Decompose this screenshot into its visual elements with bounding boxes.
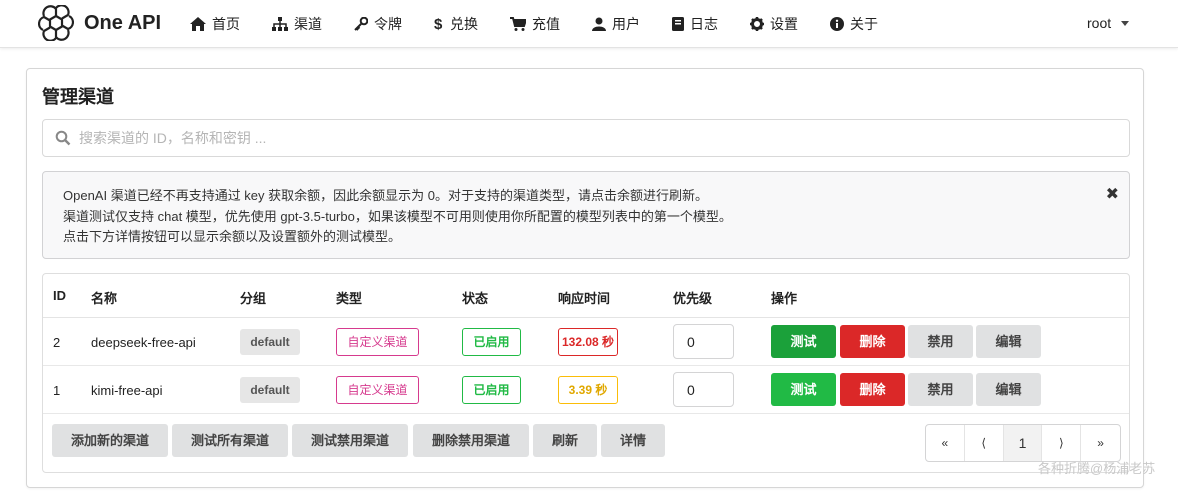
info-icon (830, 17, 844, 31)
openai-logo-icon[interactable] (38, 5, 74, 41)
main-nav: 首页 渠道 令牌 $ 兑换 充值 用户 日志 设置 关于 (190, 0, 910, 48)
gear-icon (750, 17, 764, 31)
disable-button[interactable]: 禁用 (908, 325, 973, 358)
notice-line: OpenAI 渠道已经不再支持通过 key 获取余额，因此余额显示为 0。对于支… (63, 188, 708, 203)
delete-button[interactable]: 删除 (840, 373, 905, 406)
nav-item-users[interactable]: 用户 (592, 0, 640, 48)
details-button[interactable]: 详情 (601, 424, 665, 457)
priority-input[interactable] (673, 324, 734, 359)
book-icon (672, 17, 684, 31)
last-page-button[interactable]: » (1081, 425, 1120, 461)
channel-name: deepseek-free-api (91, 335, 196, 350)
channel-management-card: 管理渠道 OpenAI 渠道已经不再支持通过 key 获取余额，因此余额显示为 … (26, 68, 1144, 488)
test-button[interactable]: 测试 (771, 325, 836, 358)
type-badge: 自定义渠道 (336, 376, 419, 404)
search-input[interactable] (79, 120, 1119, 156)
nav-item-topup[interactable]: 充值 (510, 0, 560, 48)
column-header-status[interactable]: 状态 (462, 288, 488, 307)
add-channel-button[interactable]: 添加新的渠道 (52, 424, 168, 457)
user-icon (592, 17, 606, 31)
key-icon (354, 17, 368, 31)
user-name: root (1087, 15, 1112, 31)
response-time-badge[interactable]: 3.39 秒 (558, 376, 618, 404)
nav-item-tokens[interactable]: 令牌 (354, 0, 402, 48)
nav-item-about[interactable]: 关于 (830, 0, 878, 48)
column-header-priority[interactable]: 优先级 (673, 288, 712, 307)
priority-input[interactable] (673, 372, 734, 407)
table-row: 2 deepseek-free-api default 自定义渠道 已启用 13… (43, 318, 1129, 366)
close-icon[interactable]: ✖ (1106, 185, 1119, 206)
test-all-channels-button[interactable]: 测试所有渠道 (172, 424, 288, 457)
nav-item-channels[interactable]: 渠道 (272, 0, 322, 48)
edit-button[interactable]: 编辑 (976, 373, 1041, 406)
column-header-group[interactable]: 分组 (240, 288, 266, 307)
nav-item-label: 日志 (690, 16, 718, 32)
channel-id: 1 (53, 383, 61, 398)
delete-button[interactable]: 删除 (840, 325, 905, 358)
nav-item-redeem[interactable]: $ 兑换 (434, 0, 478, 48)
dollar-icon: $ (434, 16, 443, 32)
first-page-button[interactable]: « (926, 425, 965, 461)
user-dropdown[interactable]: root (1087, 15, 1130, 31)
pagination: « ⟨ 1 ⟩ » (925, 424, 1121, 462)
chevron-down-icon (1121, 20, 1130, 26)
channel-name: kimi-free-api (91, 383, 163, 398)
refresh-button[interactable]: 刷新 (533, 424, 597, 457)
edit-button[interactable]: 编辑 (976, 325, 1041, 358)
nav-item-label: 兑换 (450, 16, 478, 32)
prev-page-button[interactable]: ⟨ (965, 425, 1004, 461)
nav-item-label: 关于 (850, 16, 878, 32)
test-button[interactable]: 测试 (771, 373, 836, 406)
status-badge: 已启用 (462, 376, 521, 404)
next-page-button[interactable]: ⟩ (1042, 425, 1082, 461)
nav-item-label: 渠道 (294, 16, 322, 32)
search-box (42, 119, 1130, 157)
table-row: 1 kimi-free-api default 自定义渠道 已启用 3.39 秒… (43, 366, 1129, 414)
nav-item-home[interactable]: 首页 (190, 0, 240, 48)
column-header-actions: 操作 (771, 291, 798, 306)
group-badge: default (240, 377, 300, 403)
sitemap-icon (272, 17, 288, 31)
delete-disabled-channels-button[interactable]: 删除禁用渠道 (413, 424, 529, 457)
home-icon (190, 17, 206, 31)
status-badge: 已启用 (462, 328, 521, 356)
app-brand[interactable]: One API (84, 12, 161, 35)
info-notice: OpenAI 渠道已经不再支持通过 key 获取余额，因此余额显示为 0。对于支… (42, 171, 1130, 259)
column-header-response-time[interactable]: 响应时间 (558, 288, 610, 307)
page-title: 管理渠道 (42, 87, 114, 107)
nav-item-label: 设置 (770, 16, 798, 32)
column-header-id[interactable]: ID (53, 288, 66, 303)
column-header-type[interactable]: 类型 (336, 288, 362, 307)
page-1-button[interactable]: 1 (1003, 425, 1043, 461)
top-navbar: One API 首页 渠道 令牌 $ 兑换 充值 用户 日志 设置 关于 roo… (0, 0, 1178, 48)
disable-button[interactable]: 禁用 (908, 373, 973, 406)
nav-item-label: 首页 (212, 16, 240, 32)
notice-line: 渠道测试仅支持 chat 模型，优先使用 gpt-3.5-turbo，如果该模型… (63, 208, 732, 224)
type-badge: 自定义渠道 (336, 328, 419, 356)
notice-line: 点击下方详情按钮可以显示余额以及设置额外的测试模型。 (63, 229, 402, 244)
column-header-name[interactable]: 名称 (91, 288, 117, 307)
test-disabled-channels-button[interactable]: 测试禁用渠道 (292, 424, 408, 457)
nav-item-logs[interactable]: 日志 (672, 0, 718, 48)
nav-item-settings[interactable]: 设置 (750, 0, 798, 48)
nav-item-label: 令牌 (374, 16, 402, 32)
search-icon (55, 130, 71, 146)
watermark: 各种折腾@杨浦老苏 (1038, 461, 1156, 476)
nav-item-label: 用户 (612, 16, 640, 32)
svg-text:$: $ (434, 16, 443, 32)
response-time-badge[interactable]: 132.08 秒 (558, 328, 618, 356)
channel-table: ID 名称 分组 类型 状态 响应时间 优先级 操作 2 deepseek-fr… (42, 273, 1130, 473)
table-header: ID 名称 分组 类型 状态 响应时间 优先级 操作 (43, 274, 1129, 318)
channel-id: 2 (53, 335, 61, 350)
nav-item-label: 充值 (532, 16, 560, 32)
cart-icon (510, 17, 526, 31)
group-badge: default (240, 329, 300, 355)
